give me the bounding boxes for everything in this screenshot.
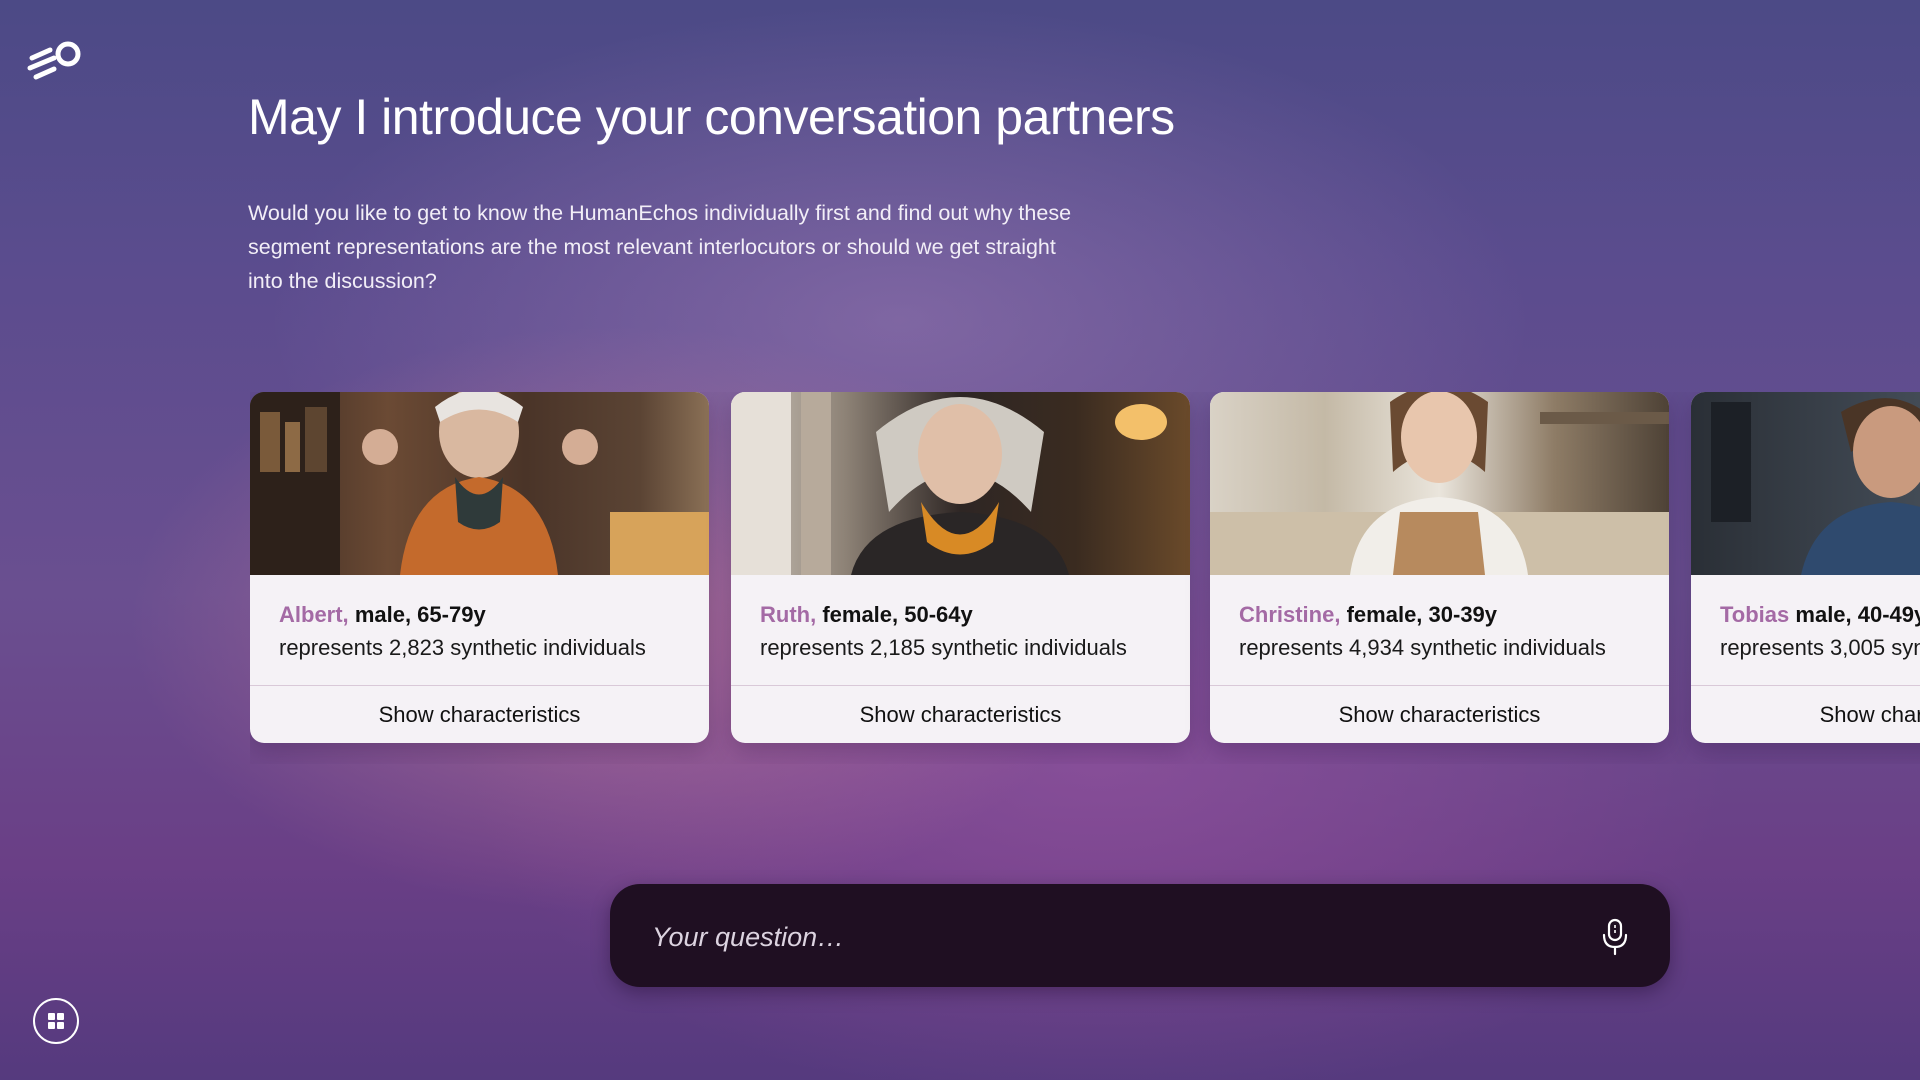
persona-carousel[interactable]: Albert, male, 65-79y represents 2,823 sy… bbox=[250, 392, 1920, 764]
page-title: May I introduce your conversation partne… bbox=[248, 89, 1175, 145]
question-input[interactable] bbox=[650, 910, 1554, 964]
card-body: Albert, male, 65-79y represents 2,823 sy… bbox=[250, 575, 709, 685]
card-body: Christine, female, 30-39y represents 4,9… bbox=[1210, 575, 1669, 685]
persona-card-albert[interactable]: Albert, male, 65-79y represents 2,823 sy… bbox=[250, 392, 709, 743]
show-characteristics-button[interactable]: Show characteristics bbox=[731, 686, 1190, 743]
persona-name: Ruth, bbox=[760, 602, 817, 627]
card-title: Tobias male, 40-49y bbox=[1720, 599, 1920, 631]
show-characteristics-button[interactable]: Show characteristics bbox=[1691, 686, 1920, 743]
persona-represents: represents 2,185 synthetic individuals bbox=[760, 635, 1127, 660]
persona-demographics: female, 50-64y bbox=[822, 602, 973, 627]
persona-demographics: female, 30-39y bbox=[1346, 602, 1498, 627]
persona-represents: represents 3,005 synthetic individuals bbox=[1720, 635, 1920, 660]
elderly-man-photo bbox=[250, 392, 709, 575]
persona-represents: represents 4,934 synthetic individuals bbox=[1239, 635, 1606, 660]
persona-card-christine[interactable]: Christine, female, 30-39y represents 4,9… bbox=[1210, 392, 1669, 743]
persona-demographics: male, 40-49y bbox=[1795, 602, 1920, 627]
persona-name: Albert, bbox=[279, 602, 349, 627]
card-body: Tobias male, 40-49y represents 3,005 syn… bbox=[1691, 575, 1920, 685]
persona-name: Tobias bbox=[1720, 602, 1790, 627]
persona-represents: represents 2,823 synthetic individuals bbox=[279, 635, 646, 660]
show-characteristics-button[interactable]: Show characteristics bbox=[250, 686, 709, 743]
card-title: Ruth, female, 50-64y bbox=[760, 599, 1161, 631]
persona-card-ruth[interactable]: Ruth, female, 50-64y represents 2,185 sy… bbox=[731, 392, 1190, 743]
man-photo bbox=[1691, 392, 1920, 575]
grid-icon bbox=[48, 1013, 64, 1029]
show-characteristics-button[interactable]: Show characteristics bbox=[1210, 686, 1669, 743]
card-title: Christine, female, 30-39y bbox=[1239, 599, 1640, 631]
card-body: Ruth, female, 50-64y represents 2,185 sy… bbox=[731, 575, 1190, 685]
persona-card-tobias[interactable]: Tobias male, 40-49y represents 3,005 syn… bbox=[1691, 392, 1920, 743]
card-title: Albert, male, 65-79y bbox=[279, 599, 680, 631]
persona-demographics: male, 65-79y bbox=[354, 602, 486, 627]
persona-name: Christine, bbox=[1239, 602, 1341, 627]
intro-text: Would you like to get to know the HumanE… bbox=[248, 201, 1072, 293]
brand-logo-icon[interactable] bbox=[26, 36, 86, 86]
apps-button[interactable] bbox=[33, 998, 79, 1044]
question-bar bbox=[610, 884, 1670, 987]
middle-aged-woman-photo bbox=[731, 392, 1190, 575]
microphone-icon[interactable] bbox=[1600, 918, 1630, 956]
young-woman-photo bbox=[1210, 392, 1669, 575]
